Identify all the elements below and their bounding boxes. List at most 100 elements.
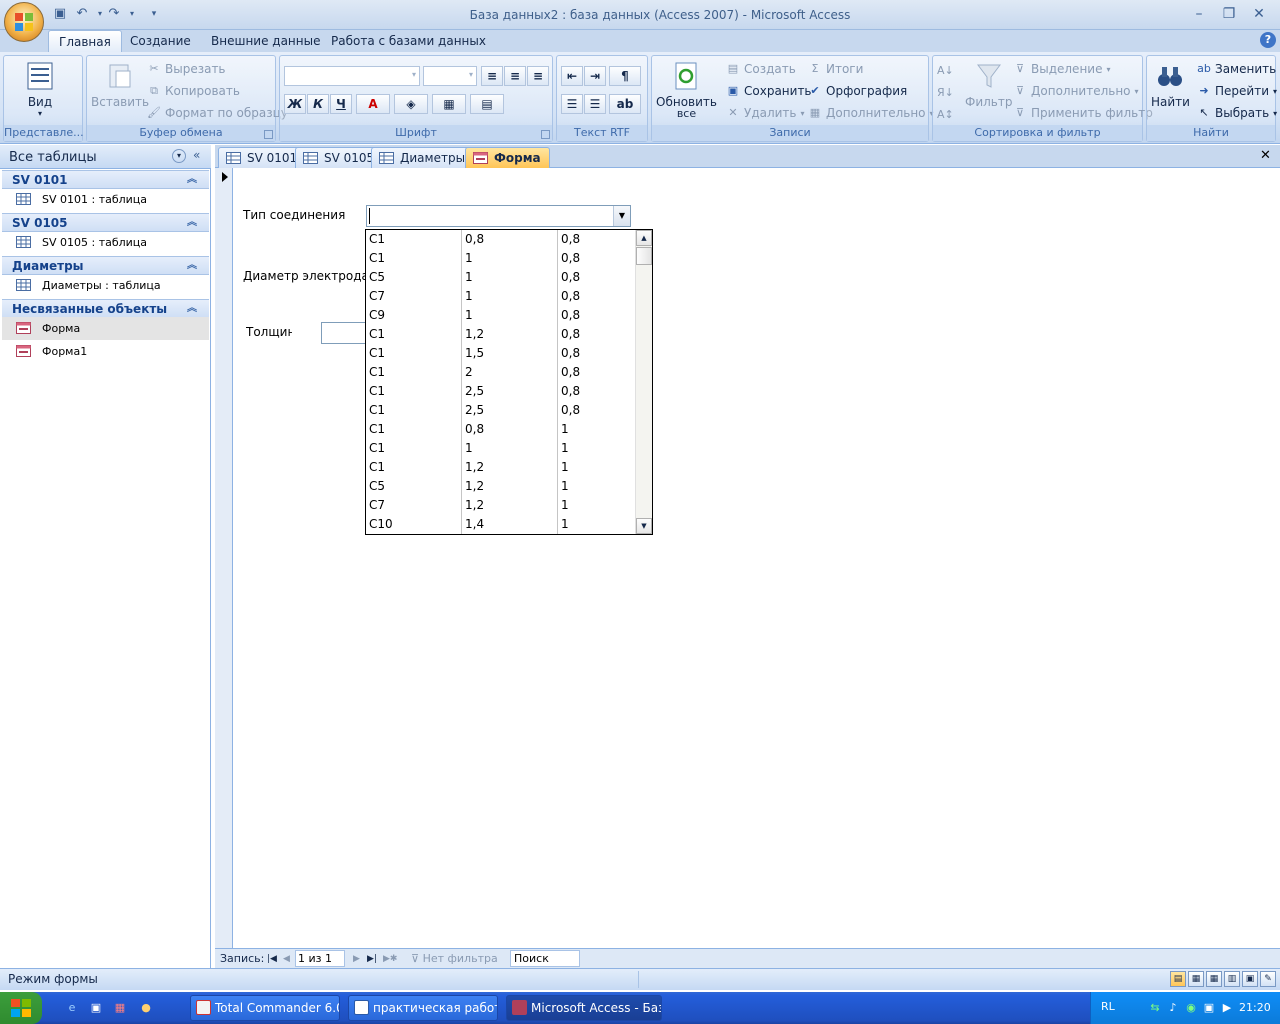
nav-menu-icon[interactable]: ▾	[172, 149, 186, 163]
replace-button[interactable]: ab Заменить	[1197, 62, 1276, 76]
decrease-indent-button[interactable]: ⇤	[561, 66, 583, 86]
toggle-filter-button[interactable]: ⊽ Применить фильтр	[1013, 106, 1153, 120]
totals-button[interactable]: Σ Итоги	[808, 62, 864, 76]
new-record-nav-icon[interactable]: ▶✱	[383, 951, 397, 967]
doc-tab-sv0105[interactable]: SV 0105	[295, 147, 384, 168]
chevron-down-icon[interactable]: ▼	[613, 206, 630, 226]
language-indicator[interactable]: RL	[1101, 1000, 1115, 1013]
first-record-icon[interactable]: |◀	[267, 951, 277, 967]
scroll-up-icon[interactable]: ▲	[636, 230, 652, 246]
new-record-button[interactable]: ▤ Создать	[726, 62, 796, 76]
ie-icon[interactable]: e	[64, 1000, 80, 1016]
thickness-input[interactable]	[321, 322, 369, 344]
datasheet-view-icon[interactable]: ▦	[1188, 971, 1204, 987]
dropdown-row[interactable]: C1 1 0,8	[366, 249, 636, 268]
media-player-icon[interactable]: ▶	[1219, 1000, 1235, 1016]
nav-item-sv0105-table[interactable]: SV 0105 : таблица	[2, 231, 209, 254]
sort-ascending-icon[interactable]: A↓	[937, 60, 957, 82]
increase-indent-button[interactable]: ⇥	[584, 66, 606, 86]
next-record-icon[interactable]: ▶	[353, 951, 360, 967]
gridlines-button[interactable]: ▦	[432, 94, 466, 114]
quick-launch-app-icon[interactable]: ▦	[112, 1000, 128, 1016]
font-name-combo[interactable]: ▾	[284, 66, 420, 86]
select-button[interactable]: ↖ Выбрать ▾	[1197, 106, 1277, 120]
font-size-combo[interactable]: ▾	[423, 66, 477, 86]
doc-tab-diameters[interactable]: Диаметры	[371, 147, 475, 168]
nav-group-unrelated[interactable]: Несвязанные объекты ︽	[2, 299, 209, 318]
bullets-button[interactable]: ☰	[584, 94, 606, 114]
italic-button[interactable]: К	[307, 94, 329, 114]
dropdown-row[interactable]: C1 1,2 0,8	[366, 325, 636, 344]
paragraph-direction-button[interactable]: ¶	[609, 66, 641, 86]
nav-group-diameters[interactable]: Диаметры ︽	[2, 256, 209, 275]
clipboard-launcher-icon[interactable]	[264, 130, 273, 139]
redo-icon[interactable]: ↷	[106, 6, 122, 22]
align-left-button[interactable]: ≡	[481, 66, 503, 86]
save-icon[interactable]: ▣	[52, 6, 68, 22]
refresh-all-button[interactable]: Обновить все	[656, 60, 717, 120]
quick-launch-media-icon[interactable]: ●	[138, 1000, 154, 1016]
find-button[interactable]: Найти	[1151, 60, 1190, 109]
nav-group-sv0105[interactable]: SV 0105 ︽	[2, 213, 209, 232]
customize-qat-icon[interactable]: ▾	[146, 6, 162, 22]
nav-item-sv0101-table[interactable]: SV 0101 : таблица	[2, 188, 209, 211]
dropdown-row[interactable]: C9 1 0,8	[366, 306, 636, 325]
font-launcher-icon[interactable]	[541, 130, 550, 139]
dropdown-row[interactable]: C5 1,2 1	[366, 477, 636, 496]
volume-icon[interactable]: ♪	[1165, 1000, 1181, 1016]
fill-color-button[interactable]: ◈	[394, 94, 428, 114]
alternate-fill-button[interactable]: ▤	[470, 94, 504, 114]
search-input[interactable]: Поиск	[510, 950, 580, 967]
nav-item-diameters-table[interactable]: Диаметры : таблица	[2, 274, 209, 297]
dropdown-row[interactable]: C10 1,4 1	[366, 515, 636, 534]
delete-record-button[interactable]: ✕ Удалить ▾	[726, 106, 804, 120]
task-microsoft-access[interactable]: Microsoft Access - Баз...	[506, 995, 662, 1021]
goto-button[interactable]: ➜ Перейти ▾	[1197, 84, 1277, 98]
scroll-down-icon[interactable]: ▼	[636, 518, 652, 534]
prev-record-icon[interactable]: ◀	[283, 951, 290, 967]
format-painter-button[interactable]: 🖌 Формат по образцу	[147, 106, 288, 120]
dropdown-row[interactable]: C1 2 0,8	[366, 363, 636, 382]
antivirus-icon[interactable]: ◉	[1183, 1000, 1199, 1016]
view-button[interactable]: Вид ▾	[24, 60, 56, 118]
dropdown-row[interactable]: C1 2,5 0,8	[366, 382, 636, 401]
restore-icon[interactable]: ❐	[1218, 4, 1240, 24]
tray-app-icon[interactable]: ▣	[1201, 1000, 1217, 1016]
align-center-button[interactable]: ≡	[504, 66, 526, 86]
clear-sort-icon[interactable]: A↕	[937, 104, 957, 126]
align-right-button[interactable]: ≡	[527, 66, 549, 86]
no-filter-button[interactable]: ⊽ Нет фильтра	[411, 951, 498, 967]
help-icon[interactable]: ?	[1260, 32, 1276, 48]
dropdown-row[interactable]: C7 1,2 1	[366, 496, 636, 515]
selection-button[interactable]: ⊽ Выделение ▾	[1013, 62, 1111, 76]
numbering-button[interactable]: ☰	[561, 94, 583, 114]
record-position-input[interactable]: 1 из 1	[295, 950, 345, 967]
nav-item-form[interactable]: Форма	[2, 317, 209, 340]
start-button[interactable]	[0, 992, 42, 1024]
last-record-icon[interactable]: ▶|	[367, 951, 377, 967]
doc-tab-form[interactable]: Форма	[465, 147, 550, 168]
tab-create[interactable]: Создание	[120, 30, 201, 52]
nav-group-sv0101[interactable]: SV 0101 ︽	[2, 170, 209, 189]
task-word-document[interactable]: практическая работ...	[348, 995, 498, 1021]
redo-dropdown-icon[interactable]: ▾	[124, 6, 140, 22]
close-document-icon[interactable]: ✕	[1260, 148, 1274, 164]
dropdown-row[interactable]: C1 0,8 0,8	[366, 230, 636, 249]
dropdown-row[interactable]: C7 1 0,8	[366, 287, 636, 306]
underline-button[interactable]: Ч	[330, 94, 352, 114]
pivot-table-view-icon[interactable]: ▦	[1206, 971, 1222, 987]
dropdown-row[interactable]: C1 2,5 0,8	[366, 401, 636, 420]
sort-descending-icon[interactable]: Я↓	[937, 82, 957, 104]
cut-button[interactable]: ✂ Вырезать	[147, 62, 225, 76]
highlight-button[interactable]: ab	[609, 94, 641, 114]
combo-dropdown-list[interactable]: C1 0,8 0,8 C1 1 0,8 C5 1 0,8 C7 1 0,8 C9 1 0,8 C1 1,2 0,8…	[365, 229, 653, 535]
close-icon[interactable]: ✕	[1248, 4, 1270, 24]
task-total-commander[interactable]: Total Commander 6.0...	[190, 995, 340, 1021]
office-button[interactable]	[4, 2, 44, 42]
show-desktop-icon[interactable]: ▣	[88, 1000, 104, 1016]
record-selector[interactable]	[215, 168, 233, 948]
layout-view-icon[interactable]: ▣	[1242, 971, 1258, 987]
tab-external-data[interactable]: Внешние данные	[201, 30, 330, 52]
dropdown-row[interactable]: C1 0,8 1	[366, 420, 636, 439]
nav-item-form1[interactable]: Форма1	[2, 340, 209, 363]
